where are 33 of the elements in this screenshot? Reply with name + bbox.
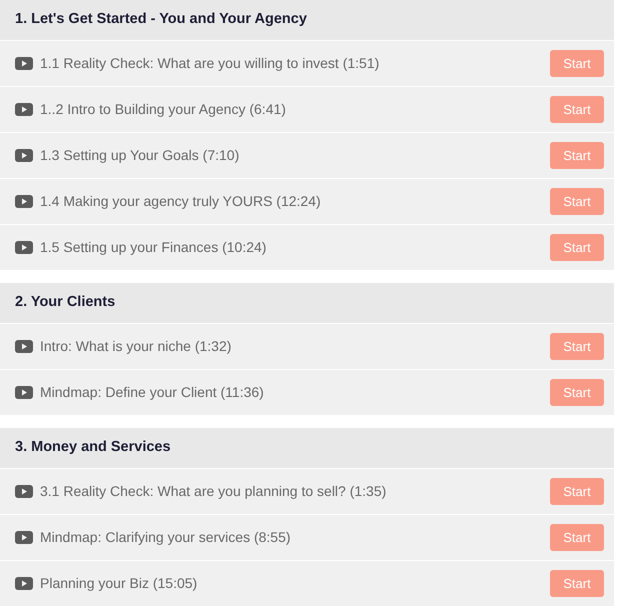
lesson-title: Planning your Biz (15:05): [40, 574, 198, 593]
start-button[interactable]: Start: [550, 570, 604, 597]
start-button[interactable]: Start: [550, 188, 604, 215]
start-button[interactable]: Start: [550, 96, 604, 123]
start-button[interactable]: Start: [550, 524, 604, 551]
lesson-title: 1.4 Making your agency truly YOURS (12:24): [40, 192, 322, 211]
play-icon: [15, 149, 33, 162]
lesson-title: 1..2 Intro to Building your Agency (6:41): [40, 100, 287, 119]
lesson-title: Mindmap: Define your Client (11:36): [40, 383, 265, 402]
play-icon: [15, 531, 33, 544]
start-button[interactable]: Start: [550, 379, 604, 406]
section-title: 3. Money and Services: [15, 438, 171, 458]
start-button[interactable]: Start: [550, 478, 604, 505]
lesson-title: 3.1 Reality Check: What are you planning to sell? (1:35): [40, 482, 388, 501]
play-icon: [15, 57, 33, 70]
lesson-title: Mindmap: Clarifying your services (8:55): [40, 528, 292, 547]
start-button[interactable]: Start: [550, 333, 604, 360]
start-button[interactable]: Start: [550, 142, 604, 169]
start-button[interactable]: Start: [550, 50, 604, 77]
lesson-title: Intro: What is your niche (1:32): [40, 337, 232, 356]
play-icon: [15, 577, 33, 590]
section-title: 2. Your Clients: [15, 293, 116, 312]
play-icon: [15, 103, 33, 116]
section-title: 1. Let's Get Started - You and Your Agency: [15, 10, 307, 30]
lesson-title: 1.5 Setting up your Finances (10:24): [40, 238, 268, 257]
play-icon: [15, 340, 33, 353]
play-icon: [15, 386, 33, 399]
lesson-title: 1.1 Reality Check: What are you willing to invest (1:51): [40, 54, 380, 73]
lesson-title: 1.3 Setting up Your Goals (7:10): [40, 146, 240, 165]
start-button[interactable]: Start: [550, 234, 604, 261]
play-icon: [15, 241, 33, 254]
play-icon: [15, 195, 33, 208]
play-icon: [15, 485, 33, 498]
